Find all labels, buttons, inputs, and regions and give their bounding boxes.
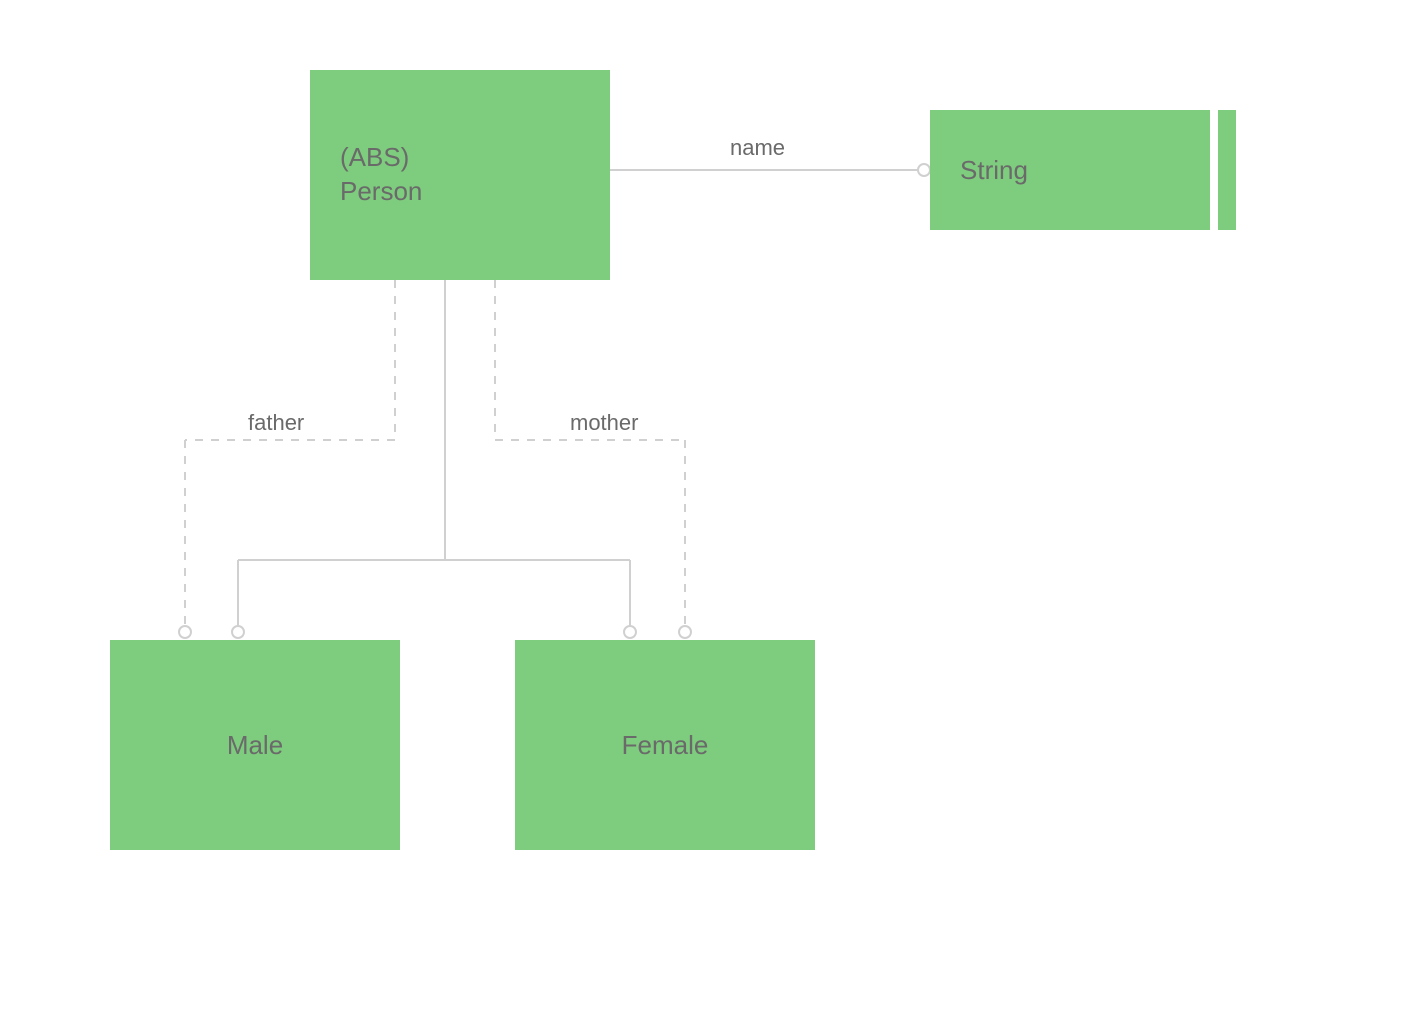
person-name: Person (340, 175, 422, 209)
edge-label-mother: mother (570, 410, 638, 436)
person-stereotype: (ABS) (340, 141, 409, 175)
edge-label-father: father (248, 410, 304, 436)
string-name: String (960, 155, 1028, 186)
edge-label-name: name (730, 135, 785, 161)
node-string-side (1218, 110, 1236, 230)
node-female[interactable]: Female (515, 640, 815, 850)
female-name: Female (622, 730, 709, 761)
male-name: Male (227, 730, 283, 761)
node-male[interactable]: Male (110, 640, 400, 850)
diagram-canvas: (ABS) Person String Male Female name fat… (0, 0, 1410, 1016)
node-string[interactable]: String (930, 110, 1210, 230)
node-person[interactable]: (ABS) Person (310, 70, 610, 280)
